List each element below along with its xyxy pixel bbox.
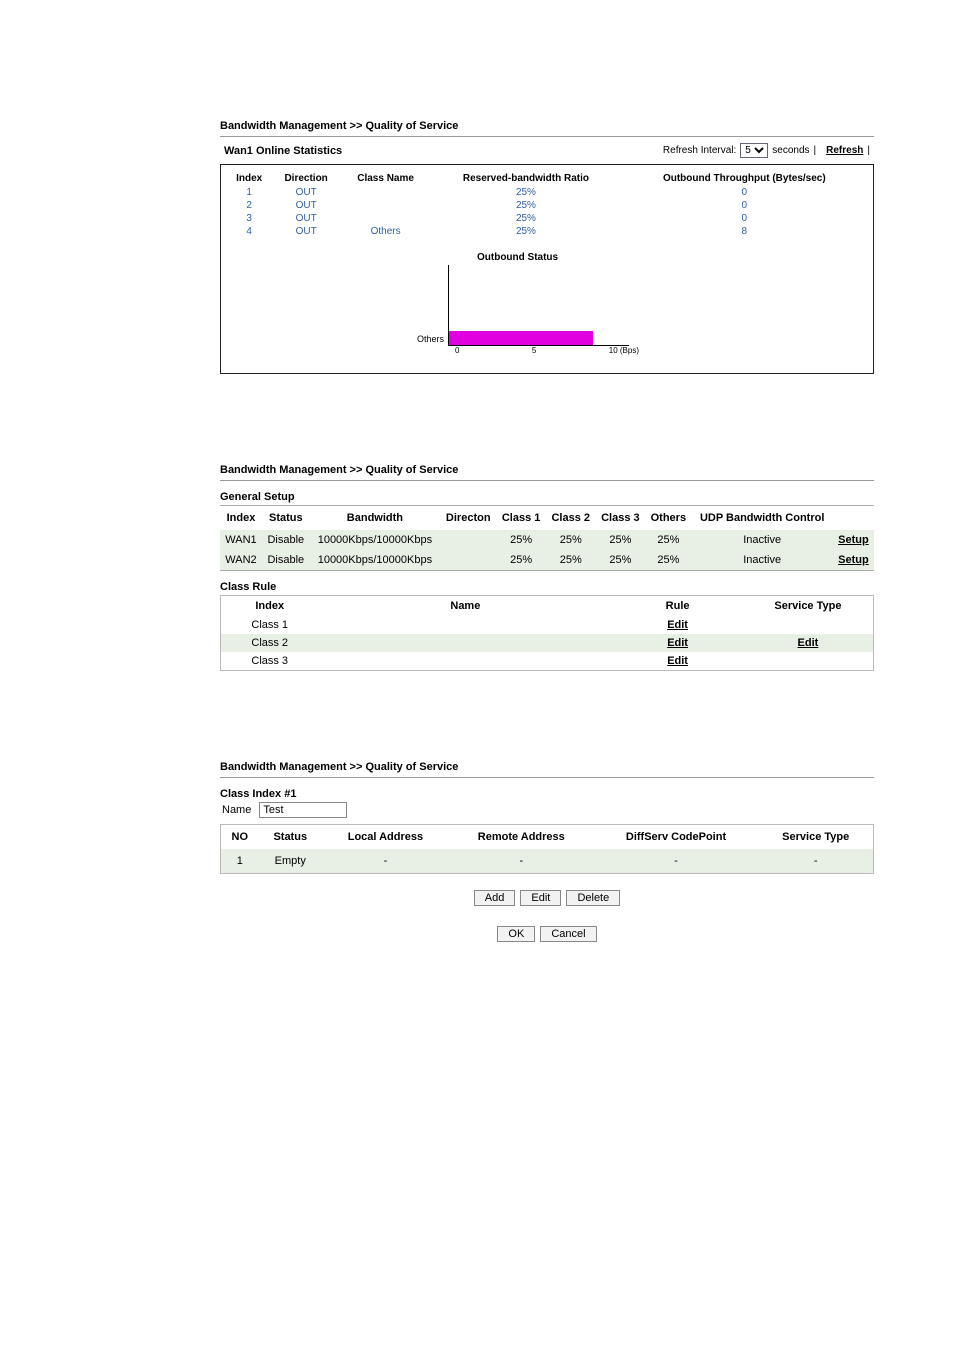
th-direction: Direction	[271, 171, 341, 186]
table-row: Class 2 Edit Edit	[221, 634, 874, 652]
chart-title: Outbound Status	[477, 252, 677, 263]
chart-bar-others	[449, 331, 593, 345]
refresh-interval-label: Refresh Interval:	[663, 145, 736, 156]
ci-th-local: Local Address	[322, 825, 449, 850]
setup-link-wan1[interactable]: Setup	[838, 534, 869, 546]
cr-th-stype: Service Type	[743, 596, 874, 617]
class2-servicetype-edit[interactable]: Edit	[798, 637, 819, 649]
page-breadcrumb-2: Bandwidth Management >> Quality of Servi…	[220, 464, 874, 481]
table-row: 4 OUT Others 25% 8	[227, 225, 867, 238]
table-row: Class 1 Edit	[221, 616, 874, 634]
delete-button[interactable]: Delete	[566, 890, 620, 906]
table-row: Class 3 Edit	[221, 652, 874, 671]
ci-th-status: Status	[259, 825, 322, 850]
ci-th-stype: Service Type	[758, 825, 873, 850]
gs-th-c1: Class 1	[496, 506, 546, 531]
gs-th-udp: UDP Bandwidth Control	[692, 506, 833, 531]
outbound-chart: Outbound Status Others 0 5 10 (Bps)	[417, 252, 677, 355]
pipe: |	[867, 145, 870, 156]
chart-ylabel: Others	[417, 334, 444, 346]
table-row: 1 OUT 25% 0	[227, 186, 867, 199]
class-index-table: NO Status Local Address Remote Address D…	[220, 824, 874, 874]
gs-th-others: Others	[645, 506, 691, 531]
gs-th-direction: Directon	[440, 506, 496, 531]
pipe: |	[814, 145, 817, 156]
ci-th-remote: Remote Address	[449, 825, 594, 850]
class-rule-title: Class Rule	[220, 581, 874, 593]
gs-th-setup	[833, 506, 874, 531]
table-row: 2 OUT 25% 0	[227, 199, 867, 212]
gs-th-bandwidth: Bandwidth	[310, 506, 441, 531]
gs-th-index: Index	[220, 506, 262, 531]
th-ratio: Reserved-bandwidth Ratio	[430, 171, 621, 186]
class3-rule-edit[interactable]: Edit	[667, 655, 688, 667]
edit-button[interactable]: Edit	[520, 890, 561, 906]
general-setup-title: General Setup	[220, 491, 874, 503]
cr-th-rule: Rule	[612, 596, 743, 617]
chart-plot	[448, 265, 629, 346]
refresh-unit: seconds	[772, 145, 809, 156]
refresh-controls: Refresh Interval: 5 seconds | Refresh |	[663, 143, 870, 158]
table-row: 3 OUT 25% 0	[227, 212, 867, 225]
cr-th-index: Index	[221, 596, 319, 617]
gs-th-c3: Class 3	[596, 506, 646, 531]
setup-link-wan2[interactable]: Setup	[838, 554, 869, 566]
th-throughput: Outbound Throughput (Bytes/sec)	[622, 171, 867, 186]
class-name-input[interactable]	[259, 802, 347, 818]
stats-table: Index Direction Class Name Reserved-band…	[227, 171, 867, 238]
ok-button[interactable]: OK	[497, 926, 535, 942]
class-rule-table: Index Name Rule Service Type Class 1 Edi…	[220, 595, 874, 671]
gs-th-c2: Class 2	[546, 506, 596, 531]
class-index-title: Class Index #1	[220, 788, 874, 800]
cr-th-name: Name	[318, 596, 612, 617]
add-button[interactable]: Add	[474, 890, 516, 906]
ci-th-diff: DiffServ CodePoint	[594, 825, 759, 850]
name-label: Name	[222, 804, 251, 816]
stats-title: Wan1 Online Statistics	[224, 145, 342, 157]
table-row[interactable]: 1 Empty - - - -	[221, 849, 874, 874]
class2-rule-edit[interactable]: Edit	[667, 637, 688, 649]
page-breadcrumb-1: Bandwidth Management >> Quality of Servi…	[220, 120, 874, 137]
th-index: Index	[227, 171, 271, 186]
ci-th-no: NO	[221, 825, 259, 850]
refresh-interval-select[interactable]: 5	[740, 143, 768, 158]
class1-rule-edit[interactable]: Edit	[667, 619, 688, 631]
gs-th-status: Status	[262, 506, 310, 531]
page-breadcrumb-3: Bandwidth Management >> Quality of Servi…	[220, 761, 874, 778]
th-classname: Class Name	[341, 171, 430, 186]
chart-xaxis: 0 5 10 (Bps)	[455, 346, 639, 355]
cancel-button[interactable]: Cancel	[540, 926, 596, 942]
table-row: WAN1 Disable 10000Kbps/10000Kbps 25% 25%…	[220, 530, 874, 550]
refresh-link[interactable]: Refresh	[826, 145, 863, 156]
general-setup-table: Index Status Bandwidth Directon Class 1 …	[220, 505, 874, 571]
stats-box: Index Direction Class Name Reserved-band…	[220, 164, 874, 374]
table-row: WAN2 Disable 10000Kbps/10000Kbps 25% 25%…	[220, 550, 874, 571]
